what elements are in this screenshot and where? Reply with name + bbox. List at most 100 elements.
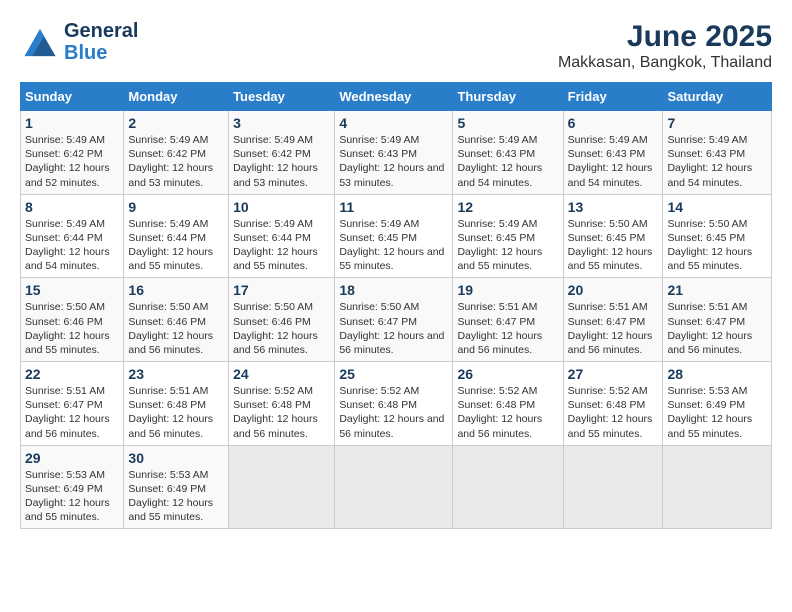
calendar-week-row: 22Sunrise: 5:51 AMSunset: 6:47 PMDayligh… xyxy=(21,362,772,446)
day-info: Sunrise: 5:51 AMSunset: 6:47 PMDaylight:… xyxy=(667,300,767,357)
table-row: 9 Sunrise: 5:49 AMSunset: 6:44 PMDaylight… xyxy=(124,194,229,278)
day-number: 27 xyxy=(568,366,659,382)
table-row xyxy=(335,445,453,529)
day-info: Sunrise: 5:53 AMSunset: 6:49 PMDaylight:… xyxy=(128,468,224,525)
calendar-week-row: 1 Sunrise: 5:49 AMSunset: 6:42 PMDaylight… xyxy=(21,111,772,195)
table-row: 26 Sunrise: 5:52 AMSunset: 6:48 PMDayligh… xyxy=(453,362,563,446)
col-sunday: Sunday xyxy=(21,83,124,111)
table-row: 18Sunrise: 5:50 AMSunset: 6:47 PMDayligh… xyxy=(335,278,453,362)
logo-text: General Blue xyxy=(64,20,138,64)
table-row: 8 Sunrise: 5:49 AMSunset: 6:44 PMDaylight… xyxy=(21,194,124,278)
day-info: Sunrise: 5:49 AMSunset: 6:42 PMDaylight:… xyxy=(128,133,224,190)
calendar-week-row: 29Sunrise: 5:53 AMSunset: 6:49 PMDayligh… xyxy=(21,445,772,529)
day-info: Sunrise: 5:49 AMSunset: 6:44 PMDaylight:… xyxy=(128,217,224,274)
table-row: 19 Sunrise: 5:51 AMSunset: 6:47 PMDayligh… xyxy=(453,278,563,362)
day-info: Sunrise: 5:51 AMSunset: 6:47 PMDaylight:… xyxy=(457,300,558,357)
day-number: 24 xyxy=(233,366,330,382)
day-number: 15 xyxy=(25,282,119,298)
day-info: Sunrise: 5:52 AMSunset: 6:48 PMDaylight:… xyxy=(568,384,659,441)
day-number: 1 xyxy=(25,115,119,131)
calendar-header: Sunday Monday Tuesday Wednesday Thursday… xyxy=(21,83,772,111)
day-info: Sunrise: 5:49 AMSunset: 6:44 PMDaylight:… xyxy=(233,217,330,274)
day-number: 13 xyxy=(568,199,659,215)
day-number: 20 xyxy=(568,282,659,298)
day-number: 2 xyxy=(128,115,224,131)
table-row: 16 Sunrise: 5:50 AMSunset: 6:46 PMDayligh… xyxy=(124,278,229,362)
day-info: Sunrise: 5:49 AMSunset: 6:44 PMDaylight:… xyxy=(25,217,119,274)
table-row: 28 Sunrise: 5:53 AMSunset: 6:49 PMDayligh… xyxy=(663,362,772,446)
day-number: 28 xyxy=(667,366,767,382)
title-block: June 2025 Makkasan, Bangkok, Thailand xyxy=(558,20,772,72)
table-row: 5Sunrise: 5:49 AMSunset: 6:43 PMDaylight… xyxy=(453,111,563,195)
day-number: 7 xyxy=(667,115,767,131)
calendar-body: 1 Sunrise: 5:49 AMSunset: 6:42 PMDaylight… xyxy=(21,111,772,529)
col-tuesday: Tuesday xyxy=(229,83,335,111)
day-number: 23 xyxy=(128,366,224,382)
logo-general: General xyxy=(64,20,138,42)
logo-blue: Blue xyxy=(64,42,138,64)
table-row: 27 Sunrise: 5:52 AMSunset: 6:48 PMDayligh… xyxy=(563,362,663,446)
table-row: 23 Sunrise: 5:51 AMSunset: 6:48 PMDayligh… xyxy=(124,362,229,446)
col-monday: Monday xyxy=(124,83,229,111)
day-info: Sunrise: 5:50 AMSunset: 6:45 PMDaylight:… xyxy=(568,217,659,274)
table-row: 13 Sunrise: 5:50 AMSunset: 6:45 PMDayligh… xyxy=(563,194,663,278)
day-info: Sunrise: 5:49 AMSunset: 6:43 PMDaylight:… xyxy=(667,133,767,190)
day-info: Sunrise: 5:51 AMSunset: 6:47 PMDaylight:… xyxy=(25,384,119,441)
day-number: 14 xyxy=(667,199,767,215)
day-info: Sunrise: 5:51 AMSunset: 6:48 PMDaylight:… xyxy=(128,384,224,441)
day-number: 4 xyxy=(339,115,448,131)
day-info: Sunrise: 5:49 AMSunset: 6:45 PMDaylight:… xyxy=(339,217,448,274)
day-info: Sunrise: 5:50 AMSunset: 6:46 PMDaylight:… xyxy=(25,300,119,357)
table-row: 12 Sunrise: 5:49 AMSunset: 6:45 PMDayligh… xyxy=(453,194,563,278)
day-number: 12 xyxy=(457,199,558,215)
day-info: Sunrise: 5:50 AMSunset: 6:46 PMDaylight:… xyxy=(128,300,224,357)
table-row: 1 Sunrise: 5:49 AMSunset: 6:42 PMDaylight… xyxy=(21,111,124,195)
table-row xyxy=(563,445,663,529)
day-info: Sunrise: 5:52 AMSunset: 6:48 PMDaylight:… xyxy=(457,384,558,441)
day-info: Sunrise: 5:49 AMSunset: 6:42 PMDaylight:… xyxy=(25,133,119,190)
table-row: 20 Sunrise: 5:51 AMSunset: 6:47 PMDayligh… xyxy=(563,278,663,362)
day-number: 10 xyxy=(233,199,330,215)
calendar-table: Sunday Monday Tuesday Wednesday Thursday… xyxy=(20,82,772,529)
day-number: 11 xyxy=(339,199,448,215)
table-row: 15 Sunrise: 5:50 AMSunset: 6:46 PMDayligh… xyxy=(21,278,124,362)
day-number: 26 xyxy=(457,366,558,382)
table-row: 24Sunrise: 5:52 AMSunset: 6:48 PMDayligh… xyxy=(229,362,335,446)
day-info: Sunrise: 5:49 AMSunset: 6:45 PMDaylight:… xyxy=(457,217,558,274)
col-thursday: Thursday xyxy=(453,83,563,111)
col-wednesday: Wednesday xyxy=(335,83,453,111)
day-number: 19 xyxy=(457,282,558,298)
day-number: 5 xyxy=(457,115,558,131)
day-info: Sunrise: 5:53 AMSunset: 6:49 PMDaylight:… xyxy=(25,468,119,525)
day-info: Sunrise: 5:50 AMSunset: 6:45 PMDaylight:… xyxy=(667,217,767,274)
table-row: 10 Sunrise: 5:49 AMSunset: 6:44 PMDayligh… xyxy=(229,194,335,278)
table-row: 7 Sunrise: 5:49 AMSunset: 6:43 PMDaylight… xyxy=(663,111,772,195)
day-number: 9 xyxy=(128,199,224,215)
day-number: 30 xyxy=(128,450,224,466)
table-row: 25 Sunrise: 5:52 AMSunset: 6:48 PMDayligh… xyxy=(335,362,453,446)
table-row: 21Sunrise: 5:51 AMSunset: 6:47 PMDayligh… xyxy=(663,278,772,362)
table-row: 14 Sunrise: 5:50 AMSunset: 6:45 PMDayligh… xyxy=(663,194,772,278)
table-row xyxy=(453,445,563,529)
day-info: Sunrise: 5:49 AMSunset: 6:42 PMDaylight:… xyxy=(233,133,330,190)
table-row: 22Sunrise: 5:51 AMSunset: 6:47 PMDayligh… xyxy=(21,362,124,446)
header-row: Sunday Monday Tuesday Wednesday Thursday… xyxy=(21,83,772,111)
day-number: 8 xyxy=(25,199,119,215)
col-saturday: Saturday xyxy=(663,83,772,111)
calendar-week-row: 8 Sunrise: 5:49 AMSunset: 6:44 PMDaylight… xyxy=(21,194,772,278)
day-info: Sunrise: 5:50 AMSunset: 6:46 PMDaylight:… xyxy=(233,300,330,357)
day-info: Sunrise: 5:51 AMSunset: 6:47 PMDaylight:… xyxy=(568,300,659,357)
day-info: Sunrise: 5:49 AMSunset: 6:43 PMDaylight:… xyxy=(339,133,448,190)
table-row: 30 Sunrise: 5:53 AMSunset: 6:49 PMDayligh… xyxy=(124,445,229,529)
day-number: 25 xyxy=(339,366,448,382)
table-row: 6Sunrise: 5:49 AMSunset: 6:43 PMDaylight… xyxy=(563,111,663,195)
day-info: Sunrise: 5:53 AMSunset: 6:49 PMDaylight:… xyxy=(667,384,767,441)
day-info: Sunrise: 5:52 AMSunset: 6:48 PMDaylight:… xyxy=(339,384,448,441)
day-info: Sunrise: 5:50 AMSunset: 6:47 PMDaylight:… xyxy=(339,300,448,357)
day-number: 16 xyxy=(128,282,224,298)
calendar-title: June 2025 xyxy=(558,20,772,54)
col-friday: Friday xyxy=(563,83,663,111)
table-row: 4 Sunrise: 5:49 AMSunset: 6:43 PMDaylight… xyxy=(335,111,453,195)
logo: General Blue xyxy=(20,20,138,64)
day-info: Sunrise: 5:49 AMSunset: 6:43 PMDaylight:… xyxy=(568,133,659,190)
